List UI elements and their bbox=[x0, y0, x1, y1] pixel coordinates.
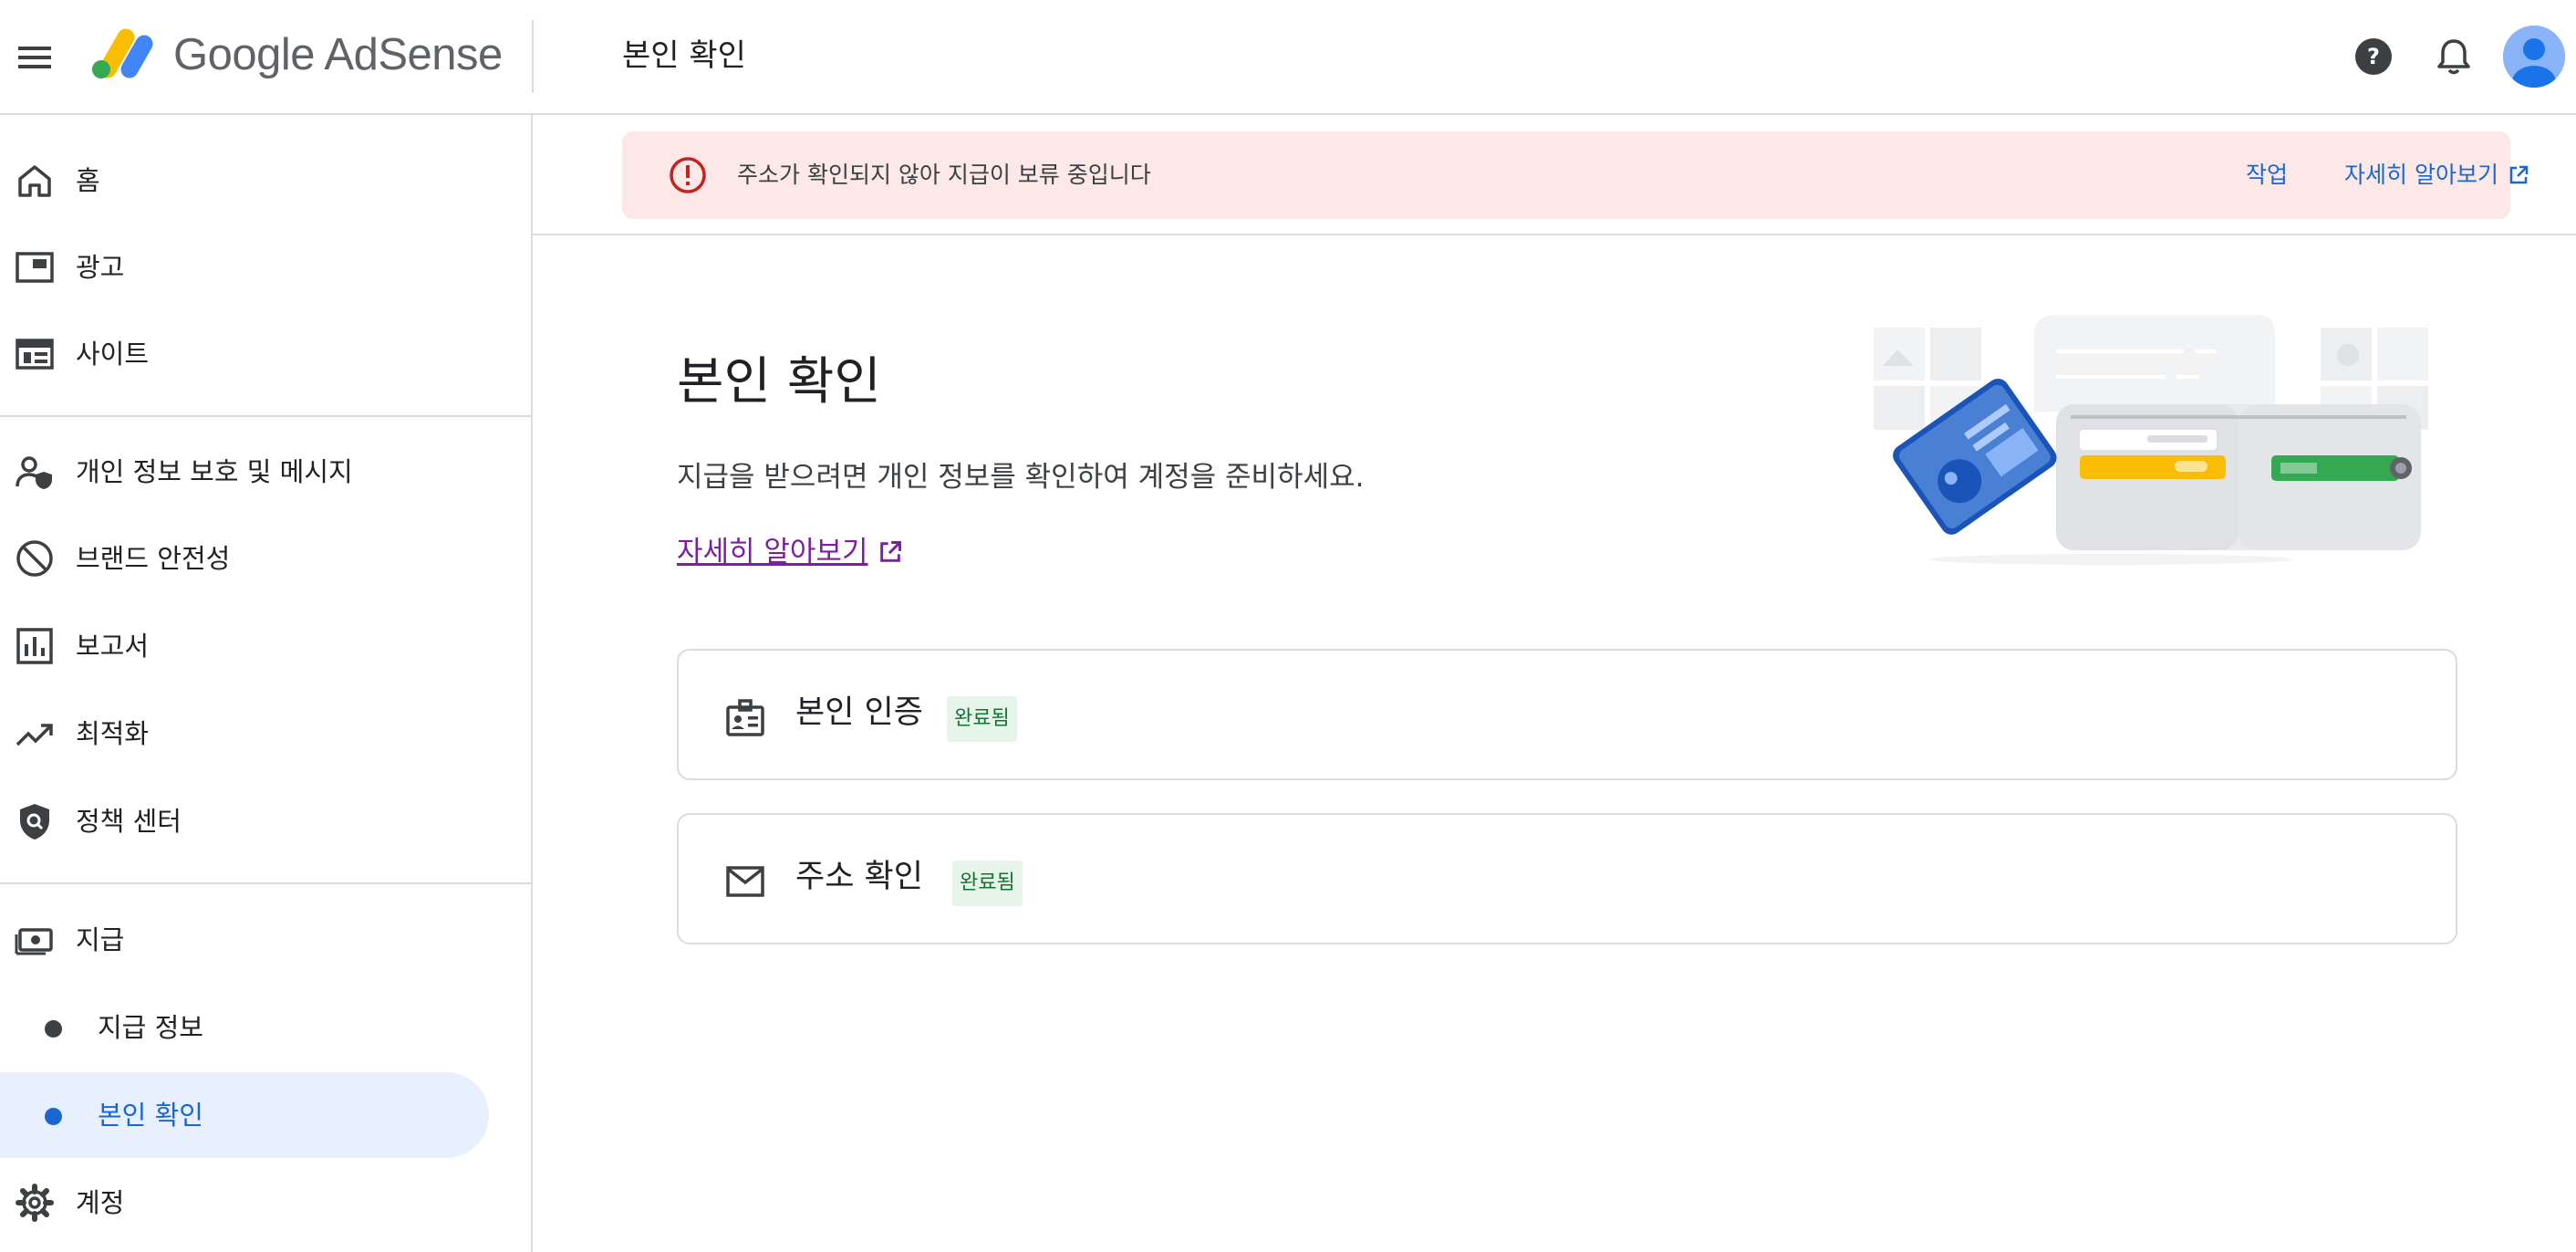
sidebar-item-label: 홈 bbox=[76, 165, 100, 196]
sidebar-item-label: 지급 bbox=[76, 924, 125, 955]
bar-chart-icon bbox=[15, 626, 55, 666]
svg-text:?: ? bbox=[2367, 44, 2380, 69]
address-verification-card[interactable]: 주소 확인 완료됨 bbox=[677, 813, 2457, 944]
error-icon bbox=[668, 155, 708, 195]
sidebar-item-label: 광고 bbox=[76, 252, 125, 283]
sidebar-item-payment-info[interactable]: 지급 정보 bbox=[0, 985, 489, 1070]
sidebar-item-label: 본인 확인 bbox=[98, 1100, 203, 1131]
sites-icon bbox=[15, 334, 55, 374]
sidebar-item-label: 개인 정보 보호 및 메시지 bbox=[76, 456, 353, 487]
sidebar-item-label: 지급 정보 bbox=[98, 1012, 203, 1043]
sidebar-item-label: 사이트 bbox=[76, 339, 150, 370]
sidebar-item-reports[interactable]: 보고서 bbox=[0, 603, 489, 689]
bullet-icon bbox=[45, 1108, 62, 1125]
sidebar-item-home[interactable]: 홈 bbox=[0, 138, 489, 224]
brand-name: Google AdSense bbox=[173, 30, 503, 79]
notifications-bell-icon[interactable] bbox=[2430, 33, 2477, 80]
header-page-title: 본인 확인 bbox=[622, 37, 746, 74]
alert-learn-more-link[interactable]: 자세히 알아보기 bbox=[2344, 131, 2529, 219]
adsense-logo-icon bbox=[89, 27, 155, 80]
sidebar-item-privacy-messaging[interactable]: 개인 정보 보호 및 메시지 bbox=[0, 429, 489, 515]
sidebar-item-ads[interactable]: 광고 bbox=[0, 224, 489, 310]
sidebar-divider bbox=[0, 882, 531, 884]
ads-icon bbox=[15, 247, 55, 287]
account-avatar[interactable] bbox=[2503, 26, 2565, 88]
status-badge: 완료됨 bbox=[952, 861, 1023, 906]
block-icon bbox=[15, 538, 55, 579]
sidebar-item-identity-verification[interactable]: 본인 확인 bbox=[0, 1072, 489, 1158]
sidebar-item-label: 정책 센터 bbox=[76, 806, 182, 837]
status-badge: 완료됨 bbox=[947, 696, 1017, 742]
payment-hold-alert: 주소가 확인되지 않아 지급이 보류 중입니다 작업 자세히 알아보기 bbox=[622, 131, 2529, 219]
identity-verification-card[interactable]: 본인 인증 완료됨 bbox=[677, 649, 2457, 780]
sidebar-item-optimization[interactable]: 최적화 bbox=[0, 691, 489, 777]
sidebar-item-sites[interactable]: 사이트 bbox=[0, 311, 489, 397]
page-title: 본인 확인 bbox=[677, 352, 881, 412]
menu-icon[interactable] bbox=[16, 36, 53, 79]
sidebar-item-policy-center[interactable]: 정책 센터 bbox=[0, 778, 489, 864]
settings-gear-icon bbox=[15, 1183, 55, 1223]
bullet-icon bbox=[45, 1020, 62, 1038]
card-title: 주소 확인 bbox=[795, 859, 923, 895]
alert-learn-more-label: 자세히 알아보기 bbox=[2344, 162, 2498, 188]
main-content: 주소가 확인되지 않아 지급이 보류 중입니다 작업 자세히 알아보기 본인 확… bbox=[533, 115, 2576, 1252]
policy-shield-icon bbox=[15, 801, 55, 841]
alert-region: 주소가 확인되지 않아 지급이 보류 중입니다 작업 자세히 알아보기 bbox=[533, 115, 2576, 235]
mail-icon bbox=[724, 861, 766, 902]
id-badge-icon bbox=[724, 696, 766, 738]
identity-wallet-illustration bbox=[1874, 302, 2457, 576]
sidebar-nav: 홈 광고 사이트 개인 정보 보호 및 메시지 브랜드 안전성 보고서 최적화 … bbox=[0, 115, 533, 1252]
sidebar-item-label: 보고서 bbox=[76, 631, 150, 662]
learn-more-label: 자세히 알아보기 bbox=[677, 536, 868, 569]
open-in-new-icon bbox=[2509, 165, 2529, 184]
trending-up-icon bbox=[15, 714, 55, 754]
sidebar-item-label: 브랜드 안전성 bbox=[76, 543, 231, 574]
card-title: 본인 인증 bbox=[795, 694, 923, 731]
open-in-new-icon bbox=[879, 541, 901, 562]
sidebar-item-label: 최적화 bbox=[76, 718, 150, 749]
sidebar-item-payments[interactable]: 지급 bbox=[0, 897, 489, 983]
learn-more-link[interactable]: 자세히 알아보기 bbox=[677, 531, 903, 573]
header-divider bbox=[532, 20, 534, 93]
alert-action-button[interactable]: 작업 bbox=[2246, 131, 2288, 219]
help-icon[interactable]: ? bbox=[2350, 33, 2397, 80]
top-app-bar: Google AdSense 본인 확인 ? bbox=[0, 0, 2576, 115]
sidebar-item-label: 계정 bbox=[76, 1187, 125, 1218]
sidebar-item-account[interactable]: 계정 bbox=[0, 1160, 489, 1246]
payments-icon bbox=[15, 920, 55, 960]
privacy-messaging-icon bbox=[15, 452, 55, 492]
sidebar-item-brand-safety[interactable]: 브랜드 안전성 bbox=[0, 516, 489, 601]
page-description: 지급을 받으려면 개인 정보를 확인하여 계정을 준비하세요. bbox=[677, 461, 1365, 494]
alert-message: 주소가 확인되지 않아 지급이 보류 중입니다 bbox=[737, 162, 1151, 188]
home-icon bbox=[15, 161, 55, 201]
sidebar-divider bbox=[0, 415, 531, 417]
